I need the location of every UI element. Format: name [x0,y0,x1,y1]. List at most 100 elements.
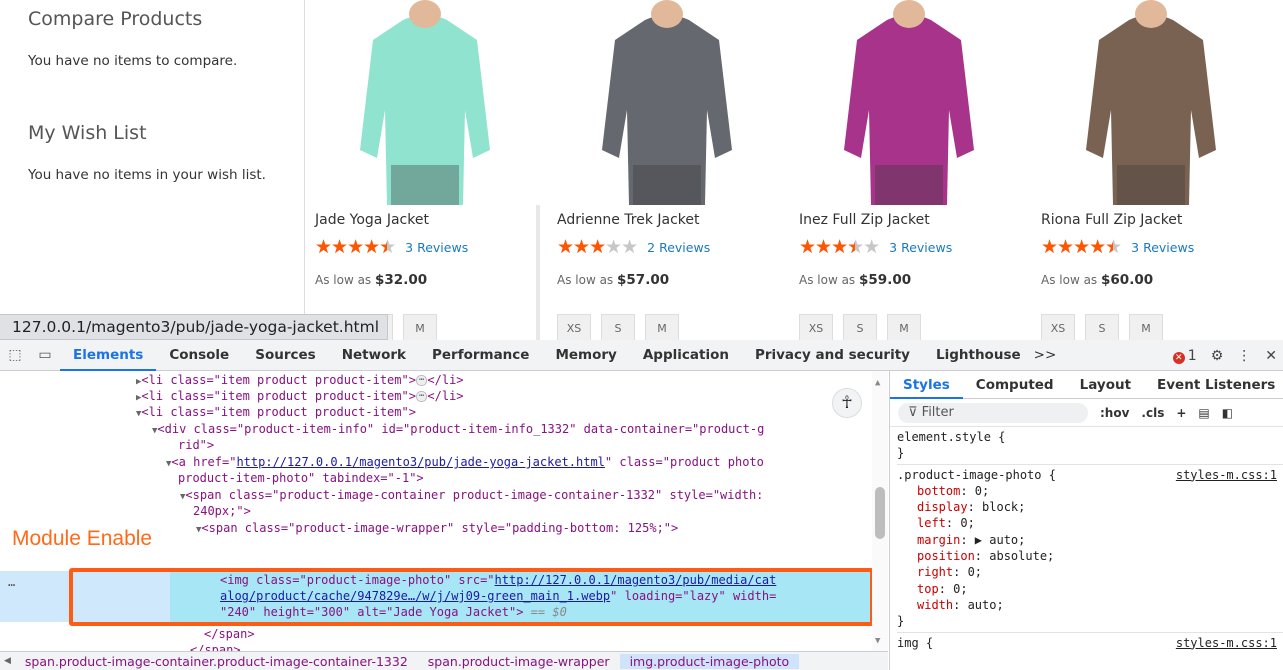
rule-product-image-photo: .product-image-photo { styles-m.css:1 bo… [897,465,1283,633]
css-property[interactable]: bottom: 0; [897,483,1283,499]
size-swatch[interactable]: XS [557,314,591,342]
collapsed-ellipsis-icon[interactable]: ⋯ [415,375,428,386]
href-link[interactable]: http://127.0.0.1/magento3/pub/jade-yoga-… [236,455,604,469]
size-swatch[interactable]: XS [1041,314,1075,342]
tab-computed[interactable]: Computed [963,371,1067,399]
breadcrumb-item[interactable]: span.product-image-container.product-ima… [15,654,418,669]
settings-gear-icon[interactable]: ⚙ [1211,348,1224,364]
css-property[interactable]: left: 0; [897,515,1283,531]
css-property[interactable]: margin: ▶ auto; [897,532,1283,548]
breadcrumb-left-arrow-icon[interactable]: ◀ [0,656,15,666]
reviews-link[interactable]: 3 Reviews [1131,240,1194,255]
scroll-up-icon[interactable]: ▲ [875,375,880,391]
compare-empty-text: You have no items to compare. [28,53,238,69]
css-property[interactable]: right: 0; [897,564,1283,580]
product-name[interactable]: Inez Full Zip Jacket [799,212,930,228]
device-toolbar-icon[interactable]: ▭ [30,347,60,363]
tab-layout[interactable]: Layout [1067,371,1144,399]
dom-node-span-container-cont: 240px;"> [193,504,251,518]
error-counter[interactable]: ✕ 1 [1172,347,1197,364]
tab-console[interactable]: Console [156,340,242,371]
css-property[interactable]: top: 0; [897,581,1283,597]
tab-performance[interactable]: Performance [419,340,542,371]
size-swatch[interactable]: M [403,314,437,342]
scroll-down-icon[interactable]: ▼ [875,633,880,649]
product-name[interactable]: Riona Full Zip Jacket [1041,212,1182,228]
product-image[interactable] [789,0,1029,205]
rule-img: img { styles-m.css:1 [897,635,1277,651]
size-swatch[interactable]: XS [799,314,833,342]
tab-sources[interactable]: Sources [242,340,328,371]
reviews-link[interactable]: 3 Reviews [405,240,468,255]
paint-brush-icon[interactable]: ▤ [1198,406,1209,420]
tab-styles[interactable]: Styles [890,371,963,399]
tab-event-listeners[interactable]: Event Listeners [1144,371,1283,399]
rule-source-link[interactable]: styles-m.css:1 [1176,467,1277,483]
tab-privacy-and-security[interactable]: Privacy and security [742,340,923,371]
product-price: As low as $57.00 [557,272,670,288]
dom-node-div-cont: rid"> [178,438,215,452]
devtools-panel: ⬚ ▭ Elements Console Sources Network Perform… [0,340,1283,670]
dom-node-span-close-2: </span> [190,643,241,651]
product-card[interactable]: Inez Full Zip Jacket ★★★★★★★★★★ 3 Review… [789,0,1029,342]
reviews-link[interactable]: 2 Reviews [647,240,710,255]
tab-application[interactable]: Application [630,340,742,371]
screen: Compare Products You have no items to co… [0,0,1283,670]
breadcrumb-item[interactable]: span.product-image-wrapper [418,654,620,669]
size-swatch[interactable]: S [1085,314,1119,342]
product-rating: ★★★★★★★★★★ 3 Reviews [1041,237,1194,257]
product-card[interactable]: Jade Yoga Jacket ★★★★★★★★★★ 3 Reviews As… [305,0,545,342]
close-devtools-icon[interactable]: ✕ [1265,348,1277,364]
product-image[interactable] [305,0,545,205]
size-swatch[interactable]: M [1129,314,1163,342]
css-property[interactable]: width: auto; [897,597,1283,613]
accessibility-icon[interactable]: ☥ [832,388,862,418]
tab-network[interactable]: Network [329,340,419,371]
tab-lighthouse[interactable]: Lighthouse [923,340,1034,371]
product-rating: ★★★★★★★★★★ 3 Reviews [315,237,468,257]
size-swatch[interactable]: M [887,314,921,342]
rating-stars-icon: ★★★★★★★★★★ [315,236,396,258]
css-property[interactable]: display: block; [897,499,1283,515]
breadcrumb-item-selected[interactable]: img.product-image-photo [619,653,800,669]
cls-toggle[interactable]: .cls [1141,406,1164,420]
product-name[interactable]: Jade Yoga Jacket [315,212,429,228]
product-image[interactable] [1031,0,1271,205]
error-count: 1 [1187,347,1197,364]
dom-node-li-3[interactable]: ▼<li class="item product product-item"> [136,404,416,422]
size-swatch[interactable]: S [843,314,877,342]
size-swatch[interactable]: M [645,314,679,342]
style-rules: element.style { } .product-image-photo {… [890,427,1283,653]
styles-pane: Styles Computed Layout Event Listeners ⊽… [889,371,1283,670]
more-options-icon[interactable]: ⋮ [1237,348,1251,364]
more-tabs-button[interactable]: >> [1034,340,1070,371]
size-swatch[interactable]: S [601,314,635,342]
tab-memory[interactable]: Memory [542,340,629,371]
product-name[interactable]: Adrienne Trek Jacket [557,212,700,228]
inspect-element-icon[interactable]: ⬚ [0,347,30,363]
dom-node-span-wrapper[interactable]: ▼<span class="product-image-wrapper" sty… [196,520,678,538]
product-image[interactable] [547,0,787,205]
product-card[interactable]: Adrienne Trek Jacket ★★★★★★★★★★ 2 Review… [547,0,787,342]
elements-scrollbar[interactable]: ▲ ▼ [872,371,888,651]
node-actions-dots[interactable]: … [8,574,15,590]
wishlist-heading: My Wish List [28,122,147,144]
new-rule-plus-icon[interactable]: + [1176,406,1186,420]
tab-elements[interactable]: Elements [60,340,157,371]
rating-stars-icon: ★★★★★★★★★★ [557,236,638,258]
product-grid: Jade Yoga Jacket ★★★★★★★★★★ 3 Reviews As… [305,0,1283,342]
reviews-link[interactable]: 3 Reviews [889,240,952,255]
compare-heading: Compare Products [28,8,203,30]
css-property[interactable]: position: absolute; [897,548,1283,564]
dom-node-span-container[interactable]: ▼<span class="product-image-container pr… [180,487,763,505]
dom-node-div[interactable]: ▼<div class="product-item-info" id="prod… [152,421,764,439]
product-card[interactable]: Riona Full Zip Jacket ★★★★★★★★★★ 3 Revie… [1031,0,1271,342]
annotation-highlight-box [69,568,874,626]
hov-toggle[interactable]: :hov [1100,406,1129,420]
rule-source-link[interactable]: styles-m.css:1 [1176,635,1277,651]
toggle-sidebar-icon[interactable]: ◧ [1222,406,1233,420]
collapsed-ellipsis-icon[interactable]: ⋯ [415,391,428,402]
product-rating: ★★★★★★★★★★ 2 Reviews [557,237,710,257]
styles-filter-input[interactable]: ⊽ Filter [898,402,1088,423]
scrollbar-thumb[interactable] [875,487,885,539]
